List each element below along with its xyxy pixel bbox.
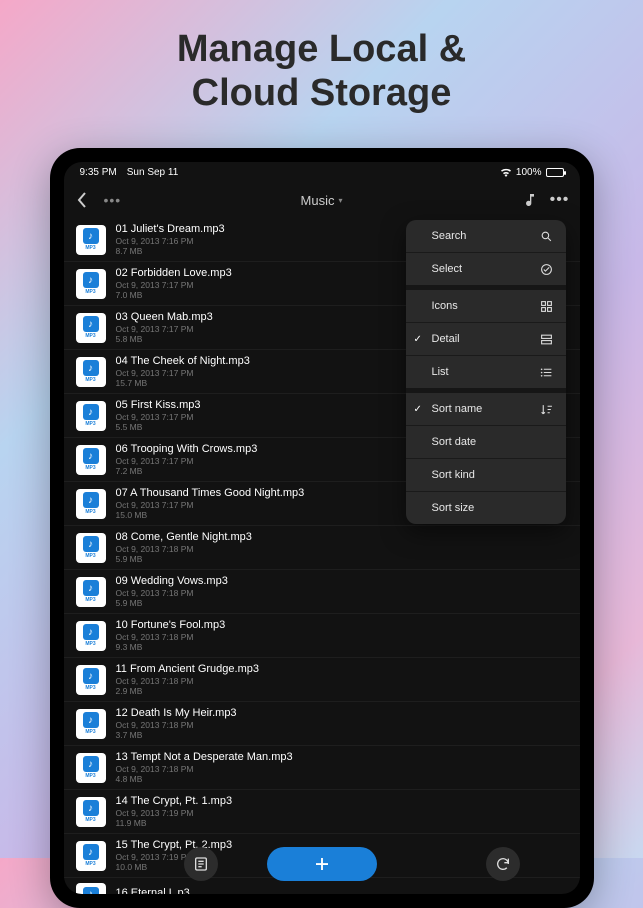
file-date: Oct 9, 2013 7:19 PM	[116, 808, 568, 818]
file-row[interactable]: ♪ MP3 11 From Ancient Grudge.mp3 Oct 9, …	[64, 658, 580, 702]
wifi-icon	[500, 168, 512, 177]
list-icon	[540, 365, 554, 379]
search-icon	[540, 229, 554, 243]
file-meta: 13 Tempt Not a Desperate Man.mp3 Oct 9, …	[116, 751, 568, 784]
menu-sort-size[interactable]: Sort size	[406, 492, 566, 524]
back-button[interactable]	[76, 191, 96, 209]
file-name: 09 Wedding Vows.mp3	[116, 575, 568, 587]
sync-button[interactable]	[486, 847, 520, 881]
mp3-file-icon: ♪ MP3	[76, 357, 106, 387]
mp3-file-icon: ♪ MP3	[76, 225, 106, 255]
notes-button[interactable]	[184, 847, 218, 881]
mp3-file-icon: ♪ MP3	[76, 797, 106, 827]
tablet-frame: 9:35 PM Sun Sep 11 100% ••• Music ▾	[50, 148, 594, 908]
screen: 9:35 PM Sun Sep 11 100% ••• Music ▾	[64, 162, 580, 894]
mp3-file-icon: ♪ MP3	[76, 489, 106, 519]
menu-sort-kind[interactable]: Sort kind	[406, 459, 566, 491]
file-date: Oct 9, 2013 7:18 PM	[116, 720, 568, 730]
check-icon: ✓	[414, 334, 422, 345]
mp3-file-icon: ♪ MP3	[76, 665, 106, 695]
navbar: ••• Music ▾ •••	[64, 182, 580, 218]
headline-line2: Cloud Storage	[0, 72, 643, 116]
file-date: Oct 9, 2013 7:18 PM	[116, 632, 568, 642]
grid-icon	[540, 299, 554, 313]
file-name: 16 Eternal L p3	[116, 887, 568, 895]
mp3-file-icon: ♪ MP3	[76, 313, 106, 343]
status-date: Sun Sep 11	[127, 167, 179, 178]
file-date: Oct 9, 2013 7:18 PM	[116, 588, 568, 598]
chevron-down-icon: ▾	[338, 196, 342, 205]
file-meta: 08 Come, Gentle Night.mp3 Oct 9, 2013 7:…	[116, 531, 568, 564]
file-row[interactable]: ♪ MP3 10 Fortune's Fool.mp3 Oct 9, 2013 …	[64, 614, 580, 658]
file-row[interactable]: ♪ MP3 08 Come, Gentle Night.mp3 Oct 9, 2…	[64, 526, 580, 570]
menu-detail-view[interactable]: ✓ Detail	[406, 323, 566, 355]
mp3-file-icon: ♪ MP3	[76, 709, 106, 739]
file-name: 14 The Crypt, Pt. 1.mp3	[116, 795, 568, 807]
headline: Manage Local & Cloud Storage	[0, 0, 643, 115]
file-meta: 14 The Crypt, Pt. 1.mp3 Oct 9, 2013 7:19…	[116, 795, 568, 828]
file-row[interactable]: ♪ MP3 14 The Crypt, Pt. 1.mp3 Oct 9, 201…	[64, 790, 580, 834]
headline-line1: Manage Local &	[0, 28, 643, 72]
file-row[interactable]: ♪ MP3 12 Death Is My Heir.mp3 Oct 9, 201…	[64, 702, 580, 746]
file-name: 13 Tempt Not a Desperate Man.mp3	[116, 751, 568, 763]
status-time: 9:35 PM	[80, 167, 117, 178]
file-meta: 11 From Ancient Grudge.mp3 Oct 9, 2013 7…	[116, 663, 568, 696]
file-meta: 16 Eternal L p3 Oct 9, 2013 7:19 PM	[116, 887, 568, 895]
overflow-icon[interactable]: •••	[552, 192, 568, 208]
menu-search[interactable]: Search	[406, 220, 566, 252]
file-row[interactable]: ♪ MP3 09 Wedding Vows.mp3 Oct 9, 2013 7:…	[64, 570, 580, 614]
file-date: Oct 9, 2013 7:18 PM	[116, 544, 568, 554]
file-meta: 10 Fortune's Fool.mp3 Oct 9, 2013 7:18 P…	[116, 619, 568, 652]
file-size: 4.8 MB	[116, 774, 568, 784]
add-button[interactable]	[267, 847, 377, 881]
mp3-file-icon: ♪ MP3	[76, 533, 106, 563]
file-size: 3.7 MB	[116, 730, 568, 740]
battery-percent: 100%	[516, 167, 542, 178]
page-title[interactable]: Music ▾	[301, 193, 343, 208]
mp3-file-icon: ♪ MP3	[76, 445, 106, 475]
mp3-file-icon: ♪ MP3	[76, 753, 106, 783]
bottom-toolbar	[64, 844, 580, 884]
mp3-file-icon: ♪ MP3	[76, 621, 106, 651]
file-size: 11.9 MB	[116, 818, 568, 828]
mp3-file-icon: ♪ MP3	[76, 401, 106, 431]
context-menu: Search Select Icons ✓	[406, 220, 566, 524]
menu-select[interactable]: Select	[406, 253, 566, 285]
file-size: 5.9 MB	[116, 554, 568, 564]
file-name: 12 Death Is My Heir.mp3	[116, 707, 568, 719]
detail-icon	[540, 332, 554, 346]
file-size: 2.9 MB	[116, 686, 568, 696]
music-icon[interactable]	[522, 192, 538, 208]
more-dots-icon[interactable]: •••	[104, 192, 122, 208]
select-icon	[540, 262, 554, 276]
mp3-file-icon: ♪ MP3	[76, 883, 106, 894]
statusbar: 9:35 PM Sun Sep 11 100%	[64, 162, 580, 182]
mp3-file-icon: ♪ MP3	[76, 269, 106, 299]
file-name: 08 Come, Gentle Night.mp3	[116, 531, 568, 543]
file-name: 10 Fortune's Fool.mp3	[116, 619, 568, 631]
file-size: 5.9 MB	[116, 598, 568, 608]
mp3-file-icon: ♪ MP3	[76, 577, 106, 607]
file-date: Oct 9, 2013 7:18 PM	[116, 676, 568, 686]
battery-icon	[546, 168, 564, 177]
file-size: 9.3 MB	[116, 642, 568, 652]
menu-icons-view[interactable]: Icons	[406, 290, 566, 322]
file-meta: 12 Death Is My Heir.mp3 Oct 9, 2013 7:18…	[116, 707, 568, 740]
check-icon: ✓	[414, 404, 422, 415]
menu-sort-date[interactable]: Sort date	[406, 426, 566, 458]
file-name: 11 From Ancient Grudge.mp3	[116, 663, 568, 675]
menu-list-view[interactable]: List	[406, 356, 566, 388]
file-row[interactable]: ♪ MP3 13 Tempt Not a Desperate Man.mp3 O…	[64, 746, 580, 790]
file-date: Oct 9, 2013 7:18 PM	[116, 764, 568, 774]
file-meta: 09 Wedding Vows.mp3 Oct 9, 2013 7:18 PM …	[116, 575, 568, 608]
menu-sort-name[interactable]: ✓ Sort name	[406, 393, 566, 425]
sort-icon	[540, 402, 554, 416]
